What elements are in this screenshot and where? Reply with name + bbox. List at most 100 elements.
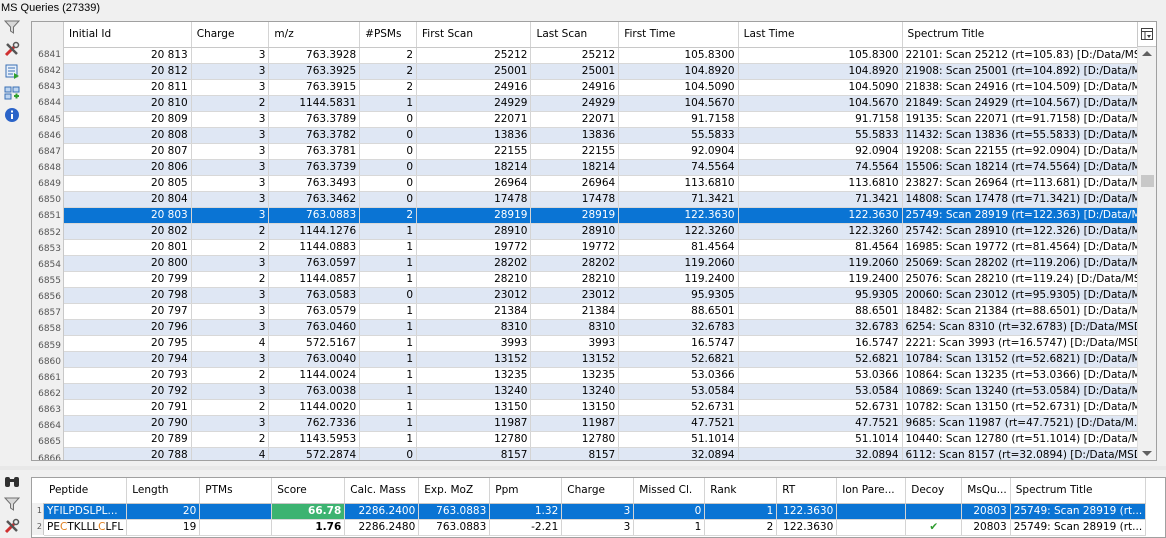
table-cell: 4 [191, 447, 270, 460]
table-cell: 16.5747 [618, 335, 739, 352]
table-cell: 52.6821 [618, 351, 739, 368]
find-button[interactable] [1, 471, 23, 493]
table-row[interactable]: 20 813 3 763.3928 2 25212 25212 105.8300 105.83… [64, 47, 1156, 64]
table-row[interactable]: 20 790 3 762.7336 1 11987 11987 47.7521 47.7521… [64, 415, 1156, 432]
column-header[interactable]: m/z [268, 22, 361, 48]
column-header[interactable]: First Scan [416, 22, 532, 48]
scrollbar-thumb[interactable] [1141, 175, 1154, 187]
table-row[interactable]: 20 792 3 763.0038 1 13240 13240 53.0584 53.0584… [64, 383, 1156, 400]
column-header[interactable]: Length [126, 478, 201, 504]
column-header[interactable]: Ppm [489, 478, 563, 504]
table-row[interactable]: 20 802 2 1144.1276 1 28910 28910 122.3260 122.3… [64, 223, 1156, 240]
table-row[interactable]: 20 810 2 1144.5831 1 24929 24929 104.5670 104.5… [64, 95, 1156, 112]
column-header[interactable]: Exp. MoZ [418, 478, 491, 504]
table-row[interactable]: 20 801 2 1144.0883 1 19772 19772 81.4564 81.456… [64, 239, 1156, 256]
table-cell: 2 [191, 223, 270, 240]
column-chooser-icon [1141, 28, 1153, 40]
compare-button[interactable] [1, 82, 23, 104]
table-row[interactable]: 20 800 3 763.0597 1 28202 28202 119.2060 119.20… [64, 255, 1156, 272]
column-header[interactable]: Calc. Mass [344, 478, 420, 504]
column-header[interactable]: Missed Cl. [633, 478, 706, 504]
column-header[interactable]: Peptide [44, 478, 128, 504]
psm-filter-button[interactable] [1, 493, 23, 515]
column-header[interactable]: MsQu... [961, 478, 1011, 504]
table-cell: 104.5670 [738, 95, 903, 112]
table-cell: 3 [191, 159, 270, 176]
table-row[interactable]: 20 788 4 572.2874 0 8157 8157 32.0894 32.0894 61… [64, 447, 1156, 460]
table-cell: 763.3782 [268, 127, 361, 144]
table-row[interactable]: 20 808 3 763.3782 0 13836 13836 55.5833 55.5833… [64, 127, 1156, 144]
panel-splitter[interactable] [0, 466, 1166, 470]
table-row[interactable]: 20 797 3 763.0579 1 21384 21384 88.6501 88.6501… [64, 303, 1156, 320]
scroll-down-icon[interactable] [1142, 451, 1152, 456]
table-row[interactable]: 20 805 3 763.3493 0 26964 26964 113.6810 113.68… [64, 175, 1156, 192]
column-header[interactable]: Initial Id [64, 22, 192, 48]
table-cell: 20 798 [64, 287, 192, 304]
table-row[interactable]: 20 799 2 1144.0857 1 28210 28210 119.2400 119.2… [64, 271, 1156, 288]
column-header[interactable]: Score [271, 478, 346, 504]
column-header[interactable]: Spectrum Title [902, 22, 1156, 48]
table-cell: 763.0597 [268, 255, 361, 272]
table-cell: 762.7336 [268, 415, 361, 432]
table-cell: 1144.0883 [268, 239, 361, 256]
tools-button[interactable] [1, 38, 23, 60]
table-row[interactable]: 20 811 3 763.3915 2 24916 24916 104.5090 104.50… [64, 79, 1156, 96]
binoculars-icon [5, 477, 19, 487]
vertical-scrollbar[interactable] [1137, 47, 1156, 460]
table-cell: 122.3630 [618, 207, 739, 224]
column-chooser-button[interactable] [1137, 22, 1156, 47]
info-button[interactable] [1, 104, 23, 126]
psm-side-toolbar [0, 471, 24, 537]
table-row[interactable]: 20 795 4 572.5167 1 3993 3993 16.5747 16.5747 22… [64, 335, 1156, 352]
table-row[interactable]: 20 804 3 763.3462 0 17478 17478 71.3421 71.3421… [64, 191, 1156, 208]
column-header[interactable]: Spectrum Title [1010, 478, 1147, 504]
psm-tools-button[interactable] [1, 515, 23, 537]
column-header[interactable]: Last Scan [530, 22, 620, 48]
column-header[interactable]: Charge [561, 478, 635, 504]
table-row[interactable]: 20 793 2 1144.0024 1 13235 13235 53.0366 53.036… [64, 367, 1156, 384]
column-header[interactable]: First Time [618, 22, 739, 48]
column-header[interactable]: PTMs [199, 478, 273, 504]
table-cell [199, 519, 273, 536]
column-header[interactable]: Last Time [738, 22, 903, 48]
table-cell: 20 789 [64, 431, 192, 448]
table-row[interactable]: YFILPDSLPL... 20 66.78 2286.2400 763.0883 1.3… [44, 503, 1147, 520]
column-header[interactable]: RT [776, 478, 838, 504]
column-header[interactable]: Decoy [905, 478, 963, 504]
row-number: 6845 [38, 114, 61, 125]
table-cell: 3 [191, 383, 270, 400]
table-cell: 25069: Scan 28202 (rt=119.206) [D:/Data/… [902, 255, 1156, 272]
table-cell: 18482: Scan 21384 (rt=88.6501) [D:/Data/… [902, 303, 1156, 320]
table-row[interactable]: 20 809 3 763.3789 0 22071 22071 91.7158 91.7158… [64, 111, 1156, 128]
table-cell: 1143.5953 [268, 431, 361, 448]
column-header[interactable]: Ion Pare... [836, 478, 907, 504]
table-cell: 1 [359, 431, 418, 448]
table-cell: 17478 [530, 191, 620, 208]
table-row[interactable]: 20 789 2 1143.5953 1 12780 12780 51.1014 51.101… [64, 431, 1156, 448]
export-button[interactable] [1, 60, 23, 82]
column-header[interactable]: Charge [191, 22, 270, 48]
table-row[interactable]: PECTKLLLCLFL 19 1.76 2286.2480 763.0883 -2.21… [44, 519, 1147, 536]
table-row[interactable]: 20 806 3 763.3739 0 18214 18214 74.5564 74.5564… [64, 159, 1156, 176]
table-row[interactable]: 20 807 3 763.3781 0 22155 22155 92.0904 92.0904… [64, 143, 1156, 160]
table-row[interactable]: 20 791 2 1144.0020 1 13150 13150 52.6731 52.673… [64, 399, 1156, 416]
column-header[interactable]: #PSMs [359, 22, 418, 48]
table-cell: 14808: Scan 17478 (rt=71.3421) [D:/Data/… [902, 191, 1156, 208]
filter-button[interactable] [1, 16, 23, 38]
table-cell: 122.3630 [776, 519, 838, 536]
table-cell: 28919 [416, 207, 532, 224]
table-row[interactable]: 20 794 3 763.0040 1 13152 13152 52.6821 52.6821… [64, 351, 1156, 368]
table-cell: 2 [359, 47, 418, 64]
table-cell: 10440: Scan 12780 (rt=51.1014) [D:/Data/… [902, 431, 1156, 448]
scroll-up-icon[interactable] [1142, 51, 1152, 56]
table-cell: 763.0883 [268, 207, 361, 224]
table-cell: 3 [191, 111, 270, 128]
table-cell: 763.0583 [268, 287, 361, 304]
row-number: 6864 [38, 421, 61, 432]
table-row[interactable]: 20 803 3 763.0883 2 28919 28919 122.3630 122.36… [64, 207, 1156, 224]
column-header[interactable]: Rank [704, 478, 778, 504]
table-cell: 0 [359, 143, 418, 160]
table-row[interactable]: 20 798 3 763.0583 0 23012 23012 95.9305 95.9305… [64, 287, 1156, 304]
table-row[interactable]: 20 812 3 763.3925 2 25001 25001 104.8920 104.89… [64, 63, 1156, 80]
table-row[interactable]: 20 796 3 763.0460 1 8310 8310 32.6783 32.6783 62… [64, 319, 1156, 336]
